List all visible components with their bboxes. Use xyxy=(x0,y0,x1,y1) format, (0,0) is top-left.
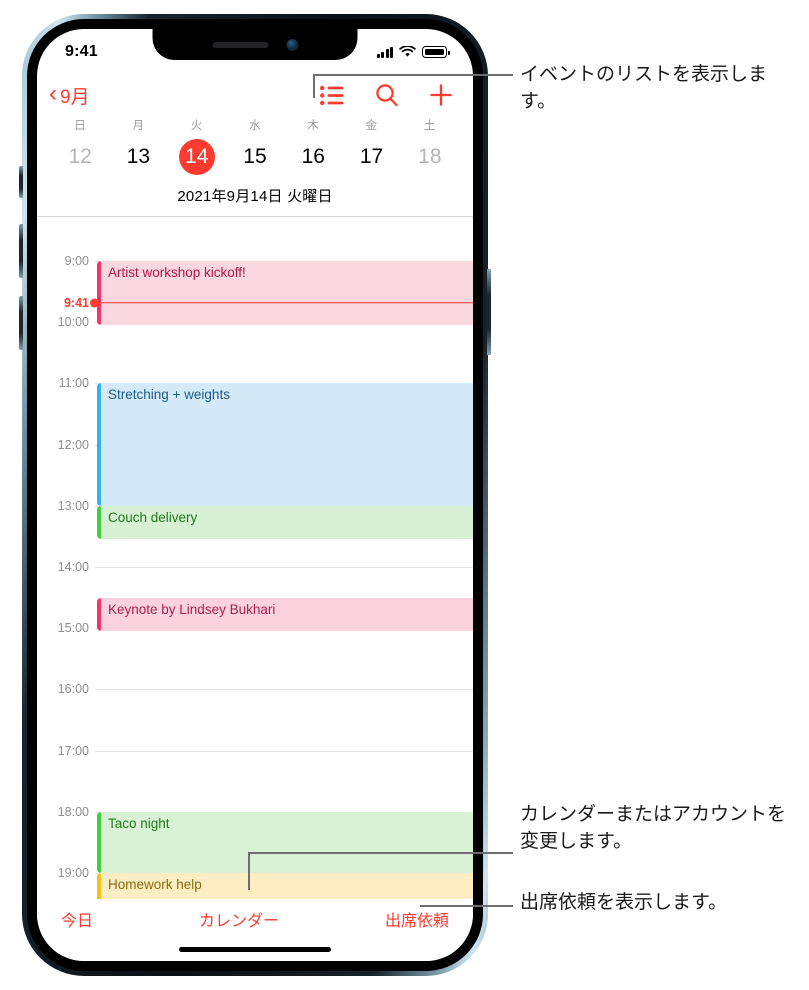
phone-bezel: 9:41 ‹ 9月 日 月 火 水 木 金 土 12 13 14 15 16 1… xyxy=(27,19,483,971)
status-bar-time: 9:41 xyxy=(65,43,98,60)
leader-line-list-vertical xyxy=(313,74,315,98)
search-icon[interactable] xyxy=(375,83,399,107)
leader-line-inbox-horizontal xyxy=(420,905,513,907)
hour-label-16: 16:00 xyxy=(57,682,89,697)
event-color-bar xyxy=(97,811,101,873)
weekday-label-tue: 火 xyxy=(190,120,203,132)
list-view-icon[interactable] xyxy=(320,85,345,106)
device-notch xyxy=(152,29,358,60)
hour-label-11: 11:00 xyxy=(58,376,89,391)
event-title: Homework help xyxy=(108,877,202,892)
day-timeline[interactable]: 9:00 10:00 11:00 12:00 13:00 14:00 15:00 16:00 1… xyxy=(37,247,473,899)
week-date-16[interactable]: 16 xyxy=(284,138,342,176)
leader-line-calendars-vertical xyxy=(248,852,250,890)
timeline-content: 9:00 10:00 11:00 12:00 13:00 14:00 15:00 16:00 1… xyxy=(37,247,473,899)
hour-label-18: 18:00 xyxy=(57,804,89,819)
weekday-label-row: 日 月 火 水 木 金 土 xyxy=(51,117,459,138)
hour-label-10: 10:00 xyxy=(57,315,89,330)
week-strip-divider xyxy=(37,216,473,217)
hour-label-14: 14:00 xyxy=(57,560,89,574)
week-date-row: 12 13 14 15 16 17 18 xyxy=(51,138,459,176)
calendar-event[interactable]: Couch delivery xyxy=(97,505,473,540)
event-title: Stretching + weights xyxy=(108,387,230,403)
back-to-month-button[interactable]: ‹ 9月 xyxy=(49,82,90,109)
hour-gridline-17 xyxy=(95,750,473,752)
weekday-label-wed: 水 xyxy=(249,120,261,132)
front-camera-icon xyxy=(286,38,298,51)
hour-label-13: 13:00 xyxy=(57,498,89,513)
hour-gridline-14 xyxy=(95,567,473,568)
selected-date-label: 2021年9月14日 火曜日 xyxy=(177,188,333,205)
weekday-label-fri: 金 xyxy=(365,120,378,132)
volume-down-button[interactable] xyxy=(19,296,23,350)
hour-label-15: 15:00 xyxy=(57,621,89,636)
callout-change-calendar: カレンダーまたはアカウントを変更します。 xyxy=(520,804,787,852)
hour-label-12: 12:00 xyxy=(57,437,89,452)
current-time-label: 9:41 xyxy=(63,295,89,310)
calendar-event[interactable]: Homework help xyxy=(97,873,473,899)
event-title: Taco night xyxy=(108,815,170,831)
inbox-invitations-button[interactable]: 出席依頼 xyxy=(385,907,449,931)
calendar-event[interactable]: Taco night xyxy=(97,811,473,873)
phone-screen: 9:41 ‹ 9月 日 月 火 水 木 金 土 12 13 14 15 16 1… xyxy=(37,29,473,961)
volume-up-button[interactable] xyxy=(19,224,23,278)
event-title: Couch delivery xyxy=(108,509,198,525)
hour-label-19: 19:00 xyxy=(57,866,89,880)
silent-switch[interactable] xyxy=(19,166,23,198)
add-event-icon[interactable] xyxy=(429,83,453,107)
wifi-icon xyxy=(399,46,416,57)
week-date-13[interactable]: 13 xyxy=(109,138,167,176)
week-date-14-selected[interactable]: 14 xyxy=(168,138,226,176)
week-strip: 日 月 火 水 木 金 土 12 13 14 15 16 17 18 2021年… xyxy=(37,117,473,217)
home-indicator[interactable] xyxy=(179,947,331,952)
weekday-label-sat: 土 xyxy=(423,120,436,132)
week-date-17[interactable]: 17 xyxy=(342,138,400,176)
calendars-button[interactable]: カレンダー xyxy=(93,907,385,931)
weekday-label-sun: 日 xyxy=(74,120,87,132)
nav-actions-group xyxy=(320,83,453,107)
event-title: Keynote by Lindsey Bukhari xyxy=(108,601,276,617)
status-bar-icons xyxy=(376,46,450,58)
event-color-bar xyxy=(97,505,101,540)
week-date-12[interactable]: 12 xyxy=(51,138,109,176)
event-title: Artist workshop kickoff! xyxy=(108,265,246,280)
weekday-label-mon: 月 xyxy=(132,120,145,132)
hour-label-9: 9:00 xyxy=(64,254,89,268)
callout-show-invitations: 出席依頼を表示します。 xyxy=(520,892,728,913)
event-color-bar xyxy=(97,597,101,632)
leader-line-list-horizontal xyxy=(313,74,513,76)
iphone-device-frame: 9:41 ‹ 9月 日 月 火 水 木 金 土 12 13 14 15 16 1… xyxy=(19,14,491,976)
calendar-event[interactable]: Stretching + weights xyxy=(97,383,473,506)
hour-label-17: 17:00 xyxy=(57,743,89,758)
calendar-event[interactable]: Keynote by Lindsey Bukhari xyxy=(97,597,473,632)
callout-list-view: イベントのリストを表示します。 xyxy=(520,64,768,112)
navigation-bar: ‹ 9月 xyxy=(37,73,473,117)
cellular-signal-icon xyxy=(376,46,393,58)
back-button-label: 9月 xyxy=(60,86,90,108)
chevron-left-icon: ‹ xyxy=(49,80,57,107)
event-color-bar xyxy=(97,873,101,899)
hour-gridline-16 xyxy=(95,689,473,691)
calendar-event[interactable]: Artist workshop kickoff! xyxy=(97,261,473,326)
event-color-bar xyxy=(97,261,101,326)
power-button[interactable] xyxy=(487,269,491,355)
battery-icon xyxy=(422,46,450,58)
leader-line-calendars-horizontal xyxy=(248,852,513,854)
event-color-bar xyxy=(97,383,101,506)
weekday-label-thu: 木 xyxy=(307,120,320,132)
earpiece-speaker-icon xyxy=(212,41,268,48)
week-date-18[interactable]: 18 xyxy=(401,138,459,176)
week-date-15[interactable]: 15 xyxy=(226,138,284,176)
today-button[interactable]: 今日 xyxy=(61,907,93,931)
